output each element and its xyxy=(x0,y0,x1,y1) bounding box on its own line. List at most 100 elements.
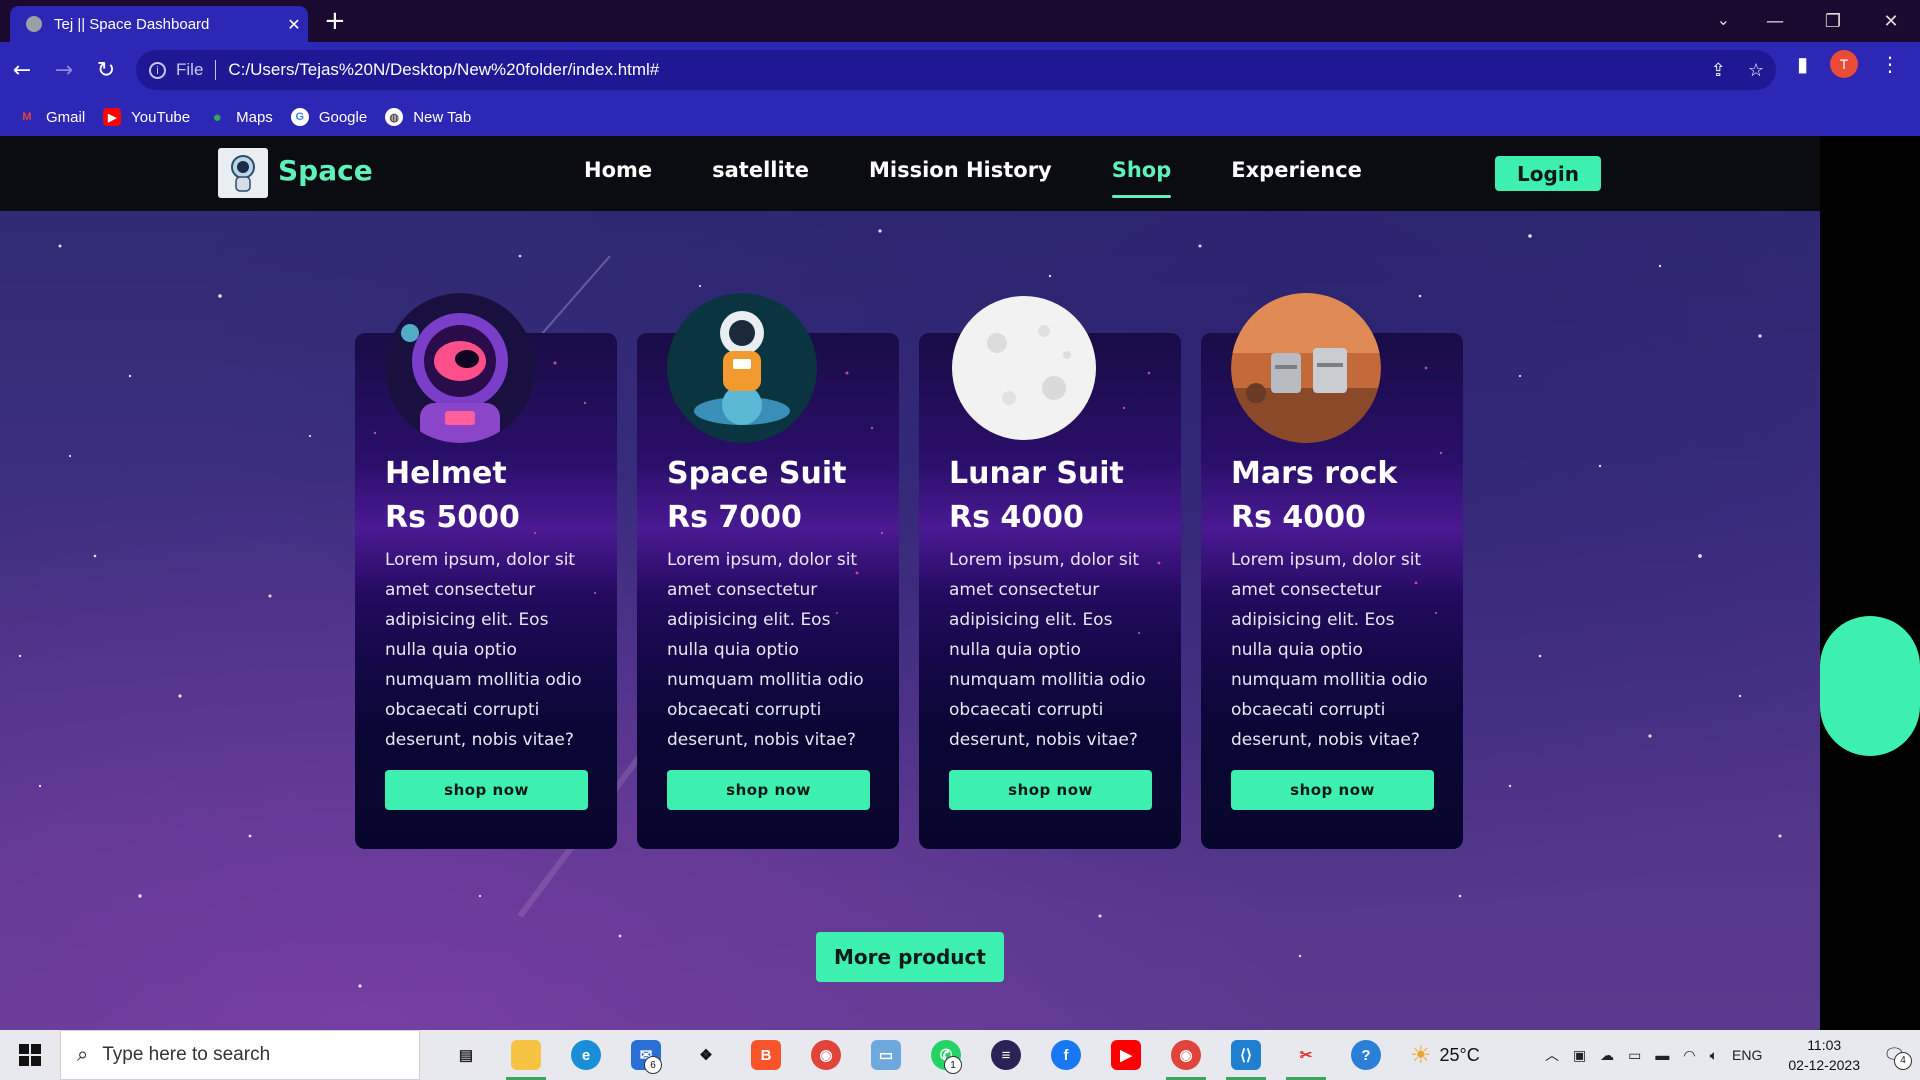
address-bar-actions: ⇪ ☆ xyxy=(1711,60,1764,81)
sunny-cloud-icon: ☀ xyxy=(1410,1041,1432,1069)
tab-search-chevron-icon[interactable]: ⌄ xyxy=(1717,10,1730,29)
product-price: Rs 7000 xyxy=(667,500,802,535)
profile-avatar[interactable]: T xyxy=(1830,50,1858,78)
snipping-tool-icon[interactable]: ✂ xyxy=(1276,1030,1336,1080)
chrome-icon[interactable]: ◉ xyxy=(796,1030,856,1080)
help-icon[interactable]: ? xyxy=(1336,1030,1396,1080)
bookmark-label: New Tab xyxy=(413,108,472,126)
product-price: Rs 5000 xyxy=(385,500,520,535)
new-tab-button[interactable]: + xyxy=(324,6,346,36)
tab-strip: Tej || Space Dashboard ✕ + ⌄ — ❐ ✕ xyxy=(0,0,1920,42)
active-tab[interactable]: Tej || Space Dashboard ✕ xyxy=(10,6,308,42)
starfield-background xyxy=(18,229,1782,988)
display-icon[interactable]: ▭ xyxy=(1628,1047,1641,1064)
youtube-app-icon[interactable]: ▶ xyxy=(1096,1030,1156,1080)
login-button[interactable]: Login xyxy=(1495,156,1601,191)
globe-icon: ◍ xyxy=(385,108,404,126)
whatsapp-badge: 1 xyxy=(944,1056,962,1074)
whatsapp-icon[interactable]: ✆ 1 xyxy=(916,1030,976,1080)
window-controls: — ❐ ✕ xyxy=(1746,0,1920,42)
taskbar-apps: ▤ e ✉ 6 ❖ B ◉ ▭ ✆ 1 ≡ f ▶ ◉ ⟨⟩ ✂ ? xyxy=(436,1030,1396,1080)
bookmark-label: Maps xyxy=(236,108,273,126)
close-window-icon[interactable]: ✕ xyxy=(1862,0,1920,42)
site-info-icon[interactable]: i xyxy=(149,61,166,79)
brand-name[interactable]: Space xyxy=(278,154,373,187)
bookmark-gmail[interactable]: M Gmail xyxy=(18,108,85,126)
nav-satellite[interactable]: satellite xyxy=(712,158,809,198)
temperature: 25°C xyxy=(1439,1044,1480,1065)
start-button[interactable] xyxy=(0,1030,60,1080)
clock-date: 02-12-2023 xyxy=(1788,1057,1860,1073)
shop-now-button[interactable]: shop now xyxy=(385,770,588,810)
astronaut-on-planet-image xyxy=(667,293,817,443)
side-scroll-pill[interactable] xyxy=(1820,616,1920,756)
taskbar-search[interactable]: ⌕ Type here to search xyxy=(60,1030,420,1080)
battery-icon[interactable]: ▬ xyxy=(1655,1047,1669,1063)
meet-icon[interactable]: ▣ xyxy=(1573,1047,1586,1064)
file-explorer-icon[interactable] xyxy=(496,1030,556,1080)
more-product-button[interactable]: More product xyxy=(816,932,1004,982)
volume-icon[interactable]: 🔈︎ xyxy=(1710,1047,1718,1064)
share-icon[interactable]: ⇪ xyxy=(1711,60,1726,81)
back-arrow-icon[interactable]: ← xyxy=(2,50,42,90)
bookmark-youtube[interactable]: ▶ YouTube xyxy=(103,108,190,126)
facebook-icon[interactable]: f xyxy=(1036,1030,1096,1080)
gmail-icon: M xyxy=(22,111,32,123)
bookmark-google[interactable]: G Google xyxy=(290,108,367,126)
url-scheme: File xyxy=(176,60,204,79)
menu-kebab-icon[interactable]: ⋮ xyxy=(1880,52,1900,76)
nav-mission-history[interactable]: Mission History xyxy=(869,158,1052,198)
shop-now-button[interactable]: shop now xyxy=(1231,770,1434,810)
forward-arrow-icon[interactable]: → xyxy=(44,50,84,90)
bookmark-new-tab[interactable]: ◍ New Tab xyxy=(385,108,471,126)
dropbox-icon[interactable]: ❖ xyxy=(676,1030,736,1080)
shop-now-button[interactable]: shop now xyxy=(949,770,1152,810)
laptop-app-icon[interactable]: ▭ xyxy=(856,1030,916,1080)
mail-badge: 6 xyxy=(644,1056,662,1074)
notification-center-icon[interactable]: 🗨︎ 4 xyxy=(1883,1045,1912,1070)
eclipse-icon[interactable]: ≡ xyxy=(976,1030,1036,1080)
mail-icon[interactable]: ✉ 6 xyxy=(616,1030,676,1080)
nav-home[interactable]: Home xyxy=(584,158,652,198)
language-indicator[interactable]: ENG xyxy=(1732,1047,1762,1063)
bookmark-star-icon[interactable]: ☆ xyxy=(1748,60,1764,81)
minimize-icon[interactable]: — xyxy=(1746,0,1804,42)
vscode-icon[interactable]: ⟨⟩ xyxy=(1216,1030,1276,1080)
close-tab-icon[interactable]: ✕ xyxy=(280,15,308,34)
clock[interactable]: 11:03 02-12-2023 xyxy=(1788,1035,1860,1075)
url-divider xyxy=(215,60,217,80)
toolbar-right: ▮ T ⋮ xyxy=(1797,50,1900,78)
onedrive-cloud-icon[interactable]: ☁ xyxy=(1600,1047,1614,1064)
restore-icon[interactable]: ❐ xyxy=(1804,0,1862,42)
astronaut-logo-icon xyxy=(231,155,255,192)
astronaut-logo-icon[interactable] xyxy=(218,148,268,198)
windows-logo-icon xyxy=(19,1044,41,1066)
nav-shop[interactable]: Shop xyxy=(1111,158,1171,198)
product-price: Rs 4000 xyxy=(949,500,1084,535)
system-tray: ︿ ▣ ☁ ▭ ▬ ◠ 🔈︎ ENG 11:03 02-12-2023 xyxy=(1545,1035,1860,1075)
weather-widget[interactable]: ☀ 25°C xyxy=(1410,1041,1480,1070)
globe-icon xyxy=(26,16,42,32)
shop-now-button[interactable]: shop now xyxy=(667,770,870,810)
product-name: Lunar Suit xyxy=(949,456,1124,491)
tab-title: Tej || Space Dashboard xyxy=(54,15,210,33)
bookmark-label: Gmail xyxy=(46,108,86,126)
address-bar[interactable]: i File C:/Users/Tejas%20N/Desktop/New%20… xyxy=(136,50,1776,90)
page-viewport: Space Home satellite Mission History Sho… xyxy=(0,136,1920,1030)
chrome-profile-icon[interactable]: ◉ xyxy=(1156,1030,1216,1080)
windows-taskbar: ⌕ Type here to search ▤ e ✉ 6 ❖ B ◉ ▭ ✆ 1 … xyxy=(0,1030,1920,1080)
url-text[interactable]: C:/Users/Tejas%20N/Desktop/New%20folder/… xyxy=(228,60,659,80)
brave-icon[interactable]: B xyxy=(736,1030,796,1080)
bookmarks-bar: M Gmail ▶ YouTube ● Maps G Google ◍ New … xyxy=(0,98,1920,136)
chevron-up-icon[interactable]: ︿ xyxy=(1545,1045,1559,1065)
bookmark-maps[interactable]: ● Maps xyxy=(208,108,273,126)
edge-icon[interactable]: e xyxy=(556,1030,616,1080)
product-card-lunar-suit: Lunar Suit Rs 4000 Lorem ipsum, dolor si… xyxy=(919,296,1181,849)
notification-badge: 4 xyxy=(1894,1051,1912,1070)
task-view-icon[interactable]: ▤ xyxy=(436,1030,496,1080)
site-navbar: Space Home satellite Mission History Sho… xyxy=(0,136,1820,211)
reload-icon[interactable]: ↻ xyxy=(86,50,126,90)
wifi-icon[interactable]: ◠ xyxy=(1683,1047,1695,1064)
nav-experience[interactable]: Experience xyxy=(1231,158,1362,198)
side-panel-icon[interactable]: ▮ xyxy=(1797,52,1808,76)
